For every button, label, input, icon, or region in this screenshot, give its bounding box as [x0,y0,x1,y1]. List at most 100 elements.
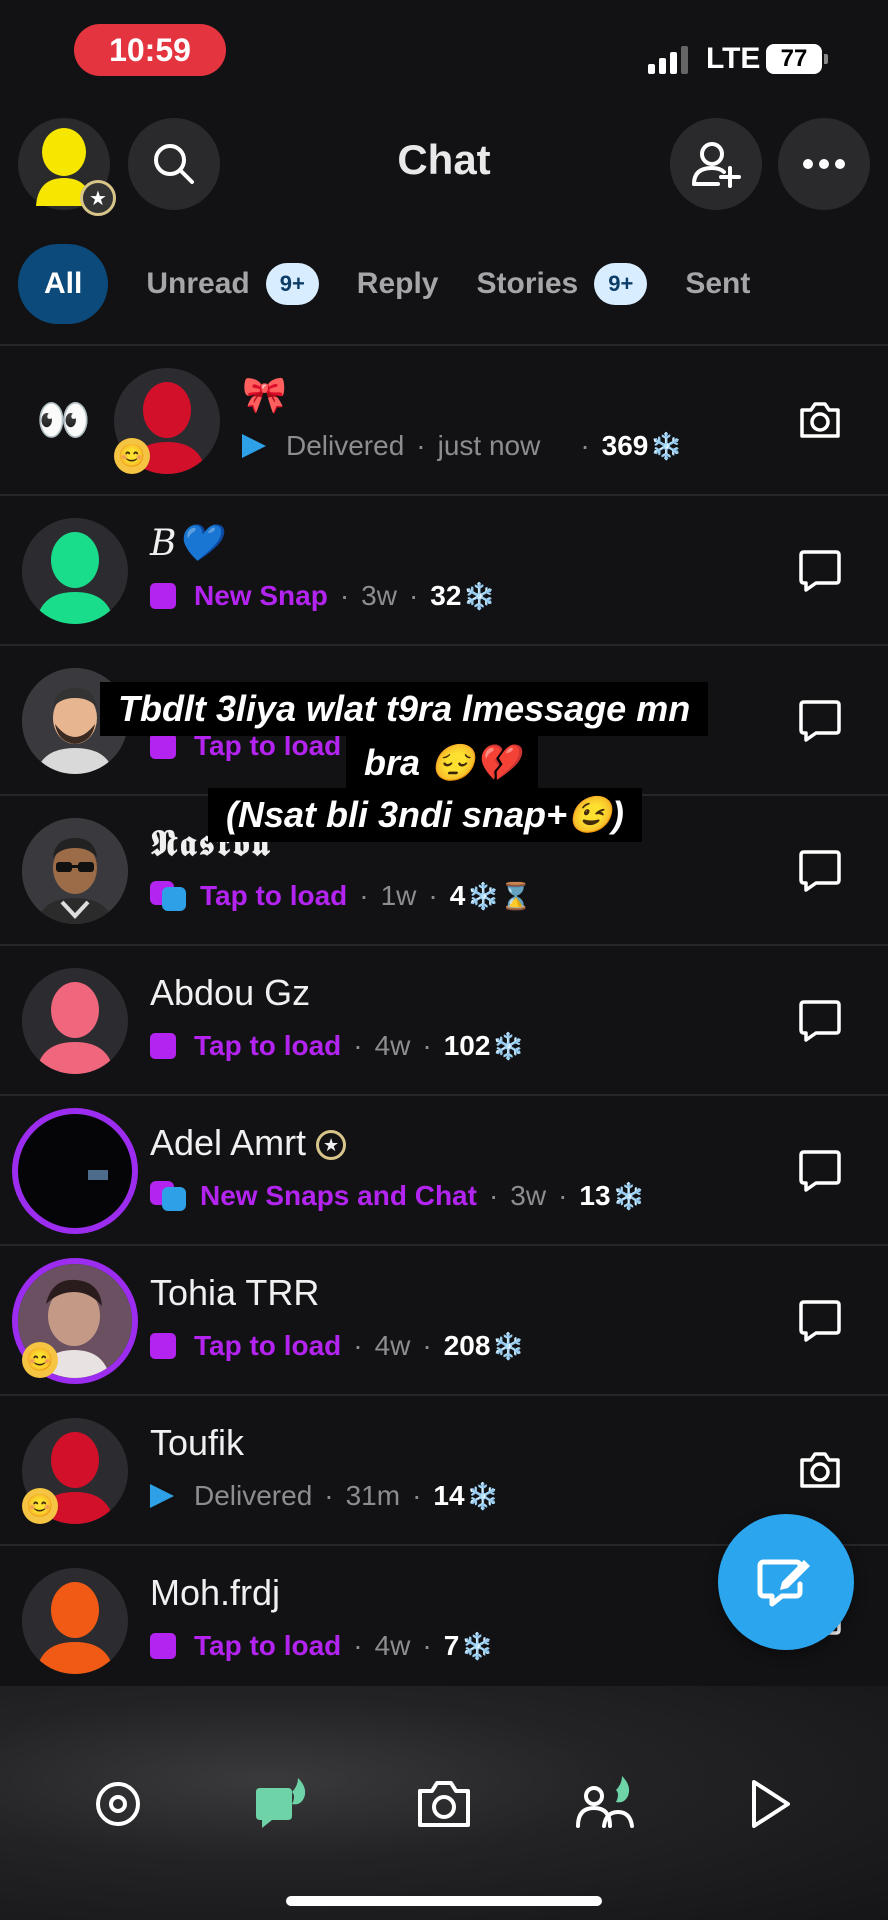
status-text: Tap to load [200,880,348,911]
chat-status: Tap to load · 4w · 7 ❄️ [150,1630,494,1662]
contact-name: Moh.frdj [150,1572,281,1613]
caption-line-1: Tbdlt 3liya wlat t9ra lmessage mn [100,682,709,736]
contact-name: 𝐵💙 [150,523,222,564]
chat-row[interactable]: 😊 Tohia TRR Tap to load · 4w · 208 ❄️ [0,1246,888,1396]
chat-icon[interactable] [796,1146,844,1194]
chat-tab[interactable] [252,1772,316,1836]
chat-status: New Snaps and Chat · 3w · 13 ❄️ [150,1180,645,1212]
avatar[interactable] [22,1568,128,1674]
streak-count: 14 [433,1480,465,1511]
camera-tab[interactable] [412,1772,476,1836]
streak-count: 369 [601,430,649,461]
camera-icon[interactable] [796,396,844,444]
avatar-with-story[interactable] [12,1108,138,1234]
new-chat-button[interactable] [718,1514,854,1650]
star-badge-icon: ★ [80,180,116,216]
tab-label: Sent [685,267,751,300]
streak-count: 7 [443,1630,460,1661]
bitmoji-silhouette-icon [36,532,114,624]
timestamp: 4w [374,1330,411,1361]
status-text: Delivered [194,1480,313,1511]
map-tab[interactable] [86,1772,150,1836]
avatar[interactable] [22,518,128,624]
chat-status: Delivered · just now · 369 ❄️ [242,430,683,462]
stories-count-badge: 9+ [594,263,648,305]
spotlight-tab[interactable] [738,1772,802,1836]
home-indicator[interactable] [286,1896,602,1906]
battery-icon: 77 [766,44,828,74]
chat-icon[interactable] [796,996,844,1044]
caption-line-3: (Nsat bli 3ndi snap+😉) [208,788,642,842]
avatar[interactable] [22,968,128,1074]
snap-and-chat-icon [150,1181,188,1211]
status-text: Tap to load [194,1330,342,1361]
hourglass-icon: ⌛ [499,880,533,911]
eyes-emoji: 👀 [36,396,91,445]
streak-count: 102 [443,1030,491,1061]
tab-unread[interactable]: Unread 9+ [146,244,319,324]
bitmoji-silhouette-icon [36,982,114,1074]
more-options-button[interactable] [778,118,870,210]
filter-tabs: All Unread 9+ Reply Stories 9+ Sent [18,244,788,324]
bitmoji-man-sunglasses-icon [22,818,128,924]
chat-row[interactable]: Abdou Gz Tap to load · 4w · 102 ❄️ [0,946,888,1096]
snowflake-icon: ❄️ [461,1630,494,1661]
streak-count: 208 [443,1330,491,1361]
compose-icon [757,1559,810,1607]
camera-icon [418,1781,470,1827]
new-snap-icon [150,1633,176,1659]
chat-row[interactable]: Adel Amrt ★ New Snaps and Chat · 3w · 13… [0,1096,888,1246]
chat-status: Tap to load · 4w · 208 ❄️ [150,1330,525,1362]
unread-count-badge: 9+ [265,263,319,305]
contact-name: Tohia TRR [150,1272,320,1313]
add-friend-button[interactable] [670,118,762,210]
contact-name: 🎀 [242,374,287,415]
streak-count: 13 [579,1180,611,1211]
smile-emoji-icon: 😊 [114,438,150,474]
contact-name: Abdou Gz [150,972,311,1013]
caption-line-2: bra 😔💔 [346,736,538,790]
tab-sent[interactable]: Sent [685,244,750,324]
map-pin-icon [96,1782,140,1826]
snowflake-icon: ❄️ [466,1480,499,1511]
new-snap-icon [150,733,176,759]
timestamp: 31m [345,1480,401,1511]
status-text: Delivered [286,430,405,461]
more-dots-icon [803,159,845,169]
network-label: LTE [706,42,761,75]
status-text: New Snap [194,580,328,611]
sent-arrow-icon [242,434,266,458]
timestamp: just now [437,430,541,461]
tab-label: All [44,267,83,300]
tab-stories[interactable]: Stories 9+ [477,244,648,324]
snowflake-icon: ❄️ [650,430,683,461]
timestamp: 3w [361,580,397,611]
new-snap-icon [150,1333,176,1359]
chat-icon[interactable] [796,846,844,894]
timestamp: 4w [374,1030,411,1061]
chat-status: Tap to load · 4w · 102 ❄️ [150,1030,525,1062]
tab-reply[interactable]: Reply [357,244,439,324]
chat-icon[interactable] [796,546,844,594]
snowflake-icon: ❄️ [467,880,500,911]
camera-icon[interactable] [796,1446,844,1494]
chat-icon[interactable] [796,696,844,744]
avatar[interactable] [22,818,128,924]
status-text: Tap to load [194,1630,342,1661]
story-thumbnail-icon [18,1114,132,1228]
chat-flame-icon [256,1778,306,1828]
bottom-navigation [0,1686,888,1920]
contact-name-text: Adel Amrt [150,1122,307,1163]
tab-all[interactable]: All [18,244,109,324]
stories-tab[interactable] [574,1772,638,1836]
chat-row[interactable]: 𝐵💙 New Snap · 3w · 32 ❄️ [0,496,888,646]
chat-status: Tap to load · 1w · 4 ❄️ ⌛ [150,880,532,912]
smile-emoji-icon: 😊 [22,1488,58,1524]
chat-row[interactable]: 👀 😊 🎀 Delivered · just now · 369 ❄️ [0,346,888,496]
chat-icon[interactable] [796,1296,844,1344]
sent-arrow-icon [150,1484,174,1508]
bitmoji-silhouette-icon [36,1582,114,1674]
status-time: 10:59 [74,24,226,76]
snap-and-chat-icon [150,881,188,911]
snowflake-icon: ❄️ [612,1180,645,1211]
